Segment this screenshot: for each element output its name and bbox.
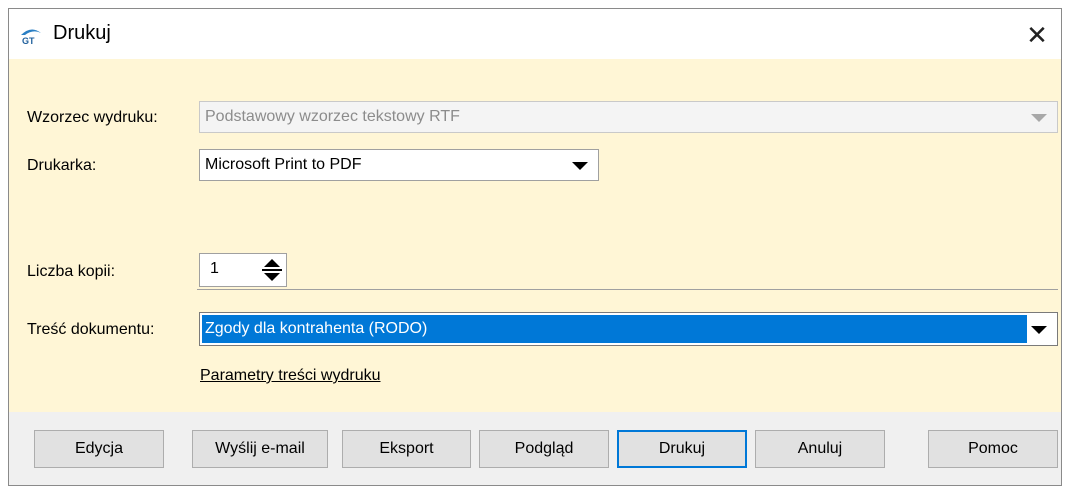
section-divider — [197, 289, 1058, 290]
template-value: Podstawowy wzorzec tekstowy RTF — [205, 108, 460, 125]
stepper-buttons — [260, 256, 284, 284]
printer-select[interactable]: Microsoft Print to PDF — [199, 149, 599, 181]
cancel-button[interactable]: Anuluj — [755, 430, 885, 468]
chevron-down-icon — [572, 162, 588, 170]
preview-button[interactable]: Podgląd — [479, 430, 609, 468]
content-value: Zgody dla kontrahenta (RODO) — [205, 320, 428, 337]
button-bar: Edycja Wyślij e-mail Eksport Podgląd Dru… — [9, 412, 1061, 485]
copies-value: 1 — [210, 260, 219, 277]
help-button[interactable]: Pomoc — [928, 430, 1058, 468]
send-email-button[interactable]: Wyślij e-mail — [192, 430, 328, 468]
chevron-down-icon — [1031, 114, 1047, 122]
arrow-down-icon — [264, 273, 280, 281]
content-label: Treść dokumentu: — [27, 321, 155, 338]
title-bar: GT Drukuj ✕ — [9, 9, 1061, 59]
window-title: Drukuj — [53, 22, 111, 44]
export-button[interactable]: Eksport — [342, 430, 471, 468]
chevron-down-icon — [1031, 326, 1047, 334]
content-selection-highlight: Zgody dla kontrahenta (RODO) — [202, 315, 1027, 343]
form-area: Wzorzec wydruku: Podstawowy wzorzec teks… — [9, 59, 1061, 412]
print-button[interactable]: Drukuj — [617, 430, 747, 468]
content-select[interactable]: Zgody dla kontrahenta (RODO) — [199, 312, 1058, 346]
copies-label: Liczba kopii: — [27, 263, 116, 280]
edit-button[interactable]: Edycja — [34, 430, 164, 468]
printer-label: Drukarka: — [27, 157, 97, 174]
increment-button[interactable] — [260, 256, 284, 270]
printer-value: Microsoft Print to PDF — [205, 156, 362, 173]
template-select[interactable]: Podstawowy wzorzec tekstowy RTF — [199, 101, 1058, 133]
template-label: Wzorzec wydruku: — [27, 109, 158, 126]
print-params-link[interactable]: Parametry treści wydruku — [200, 367, 381, 385]
print-dialog: GT Drukuj ✕ Wzorzec wydruku: Podstawowy … — [8, 8, 1062, 486]
decrement-button[interactable] — [260, 270, 284, 284]
app-logo-icon: GT — [21, 29, 41, 45]
arrow-up-icon — [264, 259, 280, 267]
close-icon[interactable]: ✕ — [1017, 15, 1057, 55]
copies-stepper[interactable]: 1 — [199, 253, 287, 287]
svg-text:GT: GT — [22, 36, 35, 45]
